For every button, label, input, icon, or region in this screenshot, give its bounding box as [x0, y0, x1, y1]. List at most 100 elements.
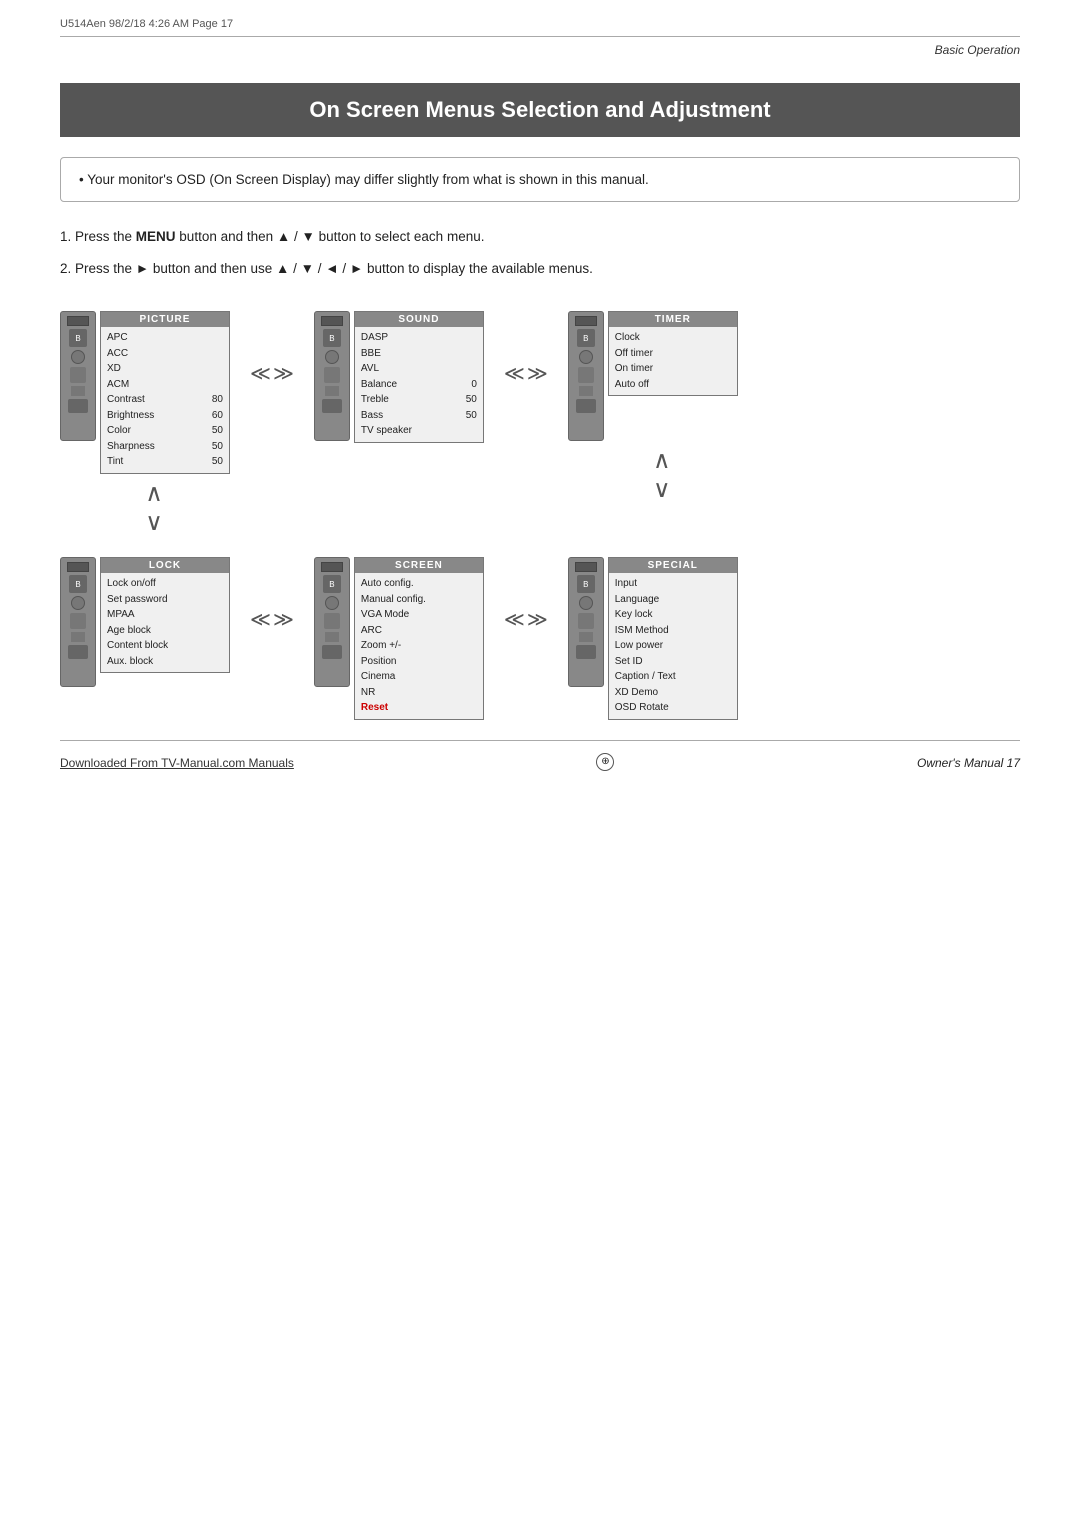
remote-icon-6: B [577, 575, 595, 593]
remote-sidebar-lock: B [60, 557, 96, 687]
sound-panel-group: B SOUND DASP BBE AVL Balance0 Treble50 B… [314, 311, 484, 443]
remote-arrow-6 [579, 632, 593, 642]
timer-panel-group: B TIMER Clock Off timer On timer Auto of… [568, 311, 738, 505]
remote-pen-3 [578, 367, 594, 383]
page-title: On Screen Menus Selection and Adjustment [80, 97, 1000, 123]
file-info: U514Aen 98/2/18 4:26 AM Page 17 [60, 18, 233, 30]
remote-pen-2 [324, 367, 340, 383]
osd-item: APC [107, 330, 223, 346]
osd-item: BBE [361, 346, 477, 362]
osd-item: Color50 [107, 423, 223, 439]
page-footer: Downloaded From TV-Manual.com Manuals ⊕ … [0, 749, 1080, 787]
lock-panel-group: B LOCK Lock on/off Set password MPAA Age… [60, 557, 230, 687]
remote-bottom-icon-5 [322, 645, 342, 659]
osd-item: MPAA [107, 607, 223, 623]
osd-item: TV speaker [361, 423, 477, 439]
osd-item: Off timer [615, 346, 731, 362]
osd-item: Low power [615, 638, 731, 654]
info-box: • Your monitor's OSD (On Screen Display)… [60, 157, 1020, 202]
osd-header-lock: LOCK [101, 558, 229, 573]
lr-arrows-1: ≪ ≫ [250, 311, 294, 386]
osd-item: NR [361, 685, 477, 701]
remote-circle-2 [325, 350, 339, 364]
osd-item: Clock [615, 330, 731, 346]
osd-items-lock: Lock on/off Set password MPAA Age block … [101, 573, 229, 672]
osd-item: On timer [615, 361, 731, 377]
osd-item: ACC [107, 346, 223, 362]
osd-panel-lock: LOCK Lock on/off Set password MPAA Age b… [100, 557, 230, 673]
info-box-text: • Your monitor's OSD (On Screen Display)… [79, 172, 649, 187]
footer-link-text: Downloaded From TV-Manual.com Manuals [60, 756, 294, 770]
picture-panel-group: B PICTURE APC ACC XD ACM Contrast80 [60, 311, 230, 537]
footer-link[interactable]: Downloaded From TV-Manual.com Manuals [60, 756, 294, 770]
osd-item: XD Demo [615, 685, 731, 701]
updown-arrows-picture: ∧ ∨ [78, 480, 230, 538]
lr-arrows-3: ≪ ≫ [250, 557, 294, 632]
osd-items-timer: Clock Off timer On timer Auto off [609, 327, 737, 395]
remote-circle-6 [579, 596, 593, 610]
osd-items-picture: APC ACC XD ACM Contrast80 Brightness60 C… [101, 327, 229, 473]
section-label: Basic Operation [0, 37, 1080, 67]
osd-item: Bass50 [361, 408, 477, 424]
remote-bottom-icon-2 [322, 399, 342, 413]
remote-icon-5: B [323, 575, 341, 593]
osd-header-picture: PICTURE [101, 312, 229, 327]
osd-header-special: SPECIAL [609, 558, 737, 573]
bottom-rule [60, 740, 1020, 741]
remote-icon-1: B [69, 329, 87, 347]
remote-sidebar-special: B [568, 557, 604, 687]
remote-bottom-icon-6 [576, 645, 596, 659]
remote-bottom-icon-1 [68, 399, 88, 413]
osd-header-sound: SOUND [355, 312, 483, 327]
remote-circle-4 [71, 596, 85, 610]
osd-item: Reset [361, 700, 477, 716]
osd-header-screen: SCREEN [355, 558, 483, 573]
osd-item: Sharpness50 [107, 439, 223, 455]
osd-header-timer: TIMER [609, 312, 737, 327]
step-2: 2. Press the ► button and then use ▲ / ▼… [60, 256, 1020, 282]
remote-arrow-4 [71, 632, 85, 642]
special-panel-group: B SPECIAL Input Language Key lock ISM Me… [568, 557, 738, 720]
updown-arrows-timer: ∧ ∨ [586, 447, 738, 505]
remote-circle-1 [71, 350, 85, 364]
osd-items-screen: Auto config. Manual config. VGA Mode ARC… [355, 573, 483, 719]
osd-item: Language [615, 592, 731, 608]
osd-items-sound: DASP BBE AVL Balance0 Treble50 Bass50 TV… [355, 327, 483, 442]
remote-top-rect [575, 562, 597, 572]
title-banner: On Screen Menus Selection and Adjustment [60, 83, 1020, 137]
remote-sidebar-screen: B [314, 557, 350, 687]
osd-item: Manual config. [361, 592, 477, 608]
osd-item: Position [361, 654, 477, 670]
osd-item: DASP [361, 330, 477, 346]
remote-icon-2: B [323, 329, 341, 347]
footer-page-label: Owner's Manual 17 [917, 756, 1020, 770]
osd-item: Set password [107, 592, 223, 608]
osd-item: Auto config. [361, 576, 477, 592]
remote-sidebar-sound: B [314, 311, 350, 441]
osd-item: ACM [107, 377, 223, 393]
remote-sidebar-picture: B [60, 311, 96, 441]
osd-panel-special: SPECIAL Input Language Key lock ISM Meth… [608, 557, 738, 720]
remote-arrow-5 [325, 632, 339, 642]
screen-panel-group: B SCREEN Auto config. Manual config. VGA… [314, 557, 484, 720]
remote-arrow-3 [579, 386, 593, 396]
lr-arrows-4: ≪ ≫ [504, 557, 548, 632]
osd-item: Key lock [615, 607, 731, 623]
remote-icon-3: B [577, 329, 595, 347]
osd-item: ARC [361, 623, 477, 639]
osd-panel-sound: SOUND DASP BBE AVL Balance0 Treble50 Bas… [354, 311, 484, 443]
remote-pen-4 [70, 613, 86, 629]
osd-item: Cinema [361, 669, 477, 685]
osd-item: Treble50 [361, 392, 477, 408]
remote-sidebar-timer: B [568, 311, 604, 441]
remote-pen-5 [324, 613, 340, 629]
osd-panel-timer: TIMER Clock Off timer On timer Auto off [608, 311, 738, 396]
osd-panel-screen: SCREEN Auto config. Manual config. VGA M… [354, 557, 484, 720]
remote-circle-3 [579, 350, 593, 364]
page-meta: U514Aen 98/2/18 4:26 AM Page 17 [0, 0, 1080, 36]
osd-item: Brightness60 [107, 408, 223, 424]
instructions: 1. Press the MENU button and then ▲ / ▼ … [60, 224, 1020, 281]
osd-item: Contrast80 [107, 392, 223, 408]
remote-arrow-1 [71, 386, 85, 396]
osd-item: VGA Mode [361, 607, 477, 623]
